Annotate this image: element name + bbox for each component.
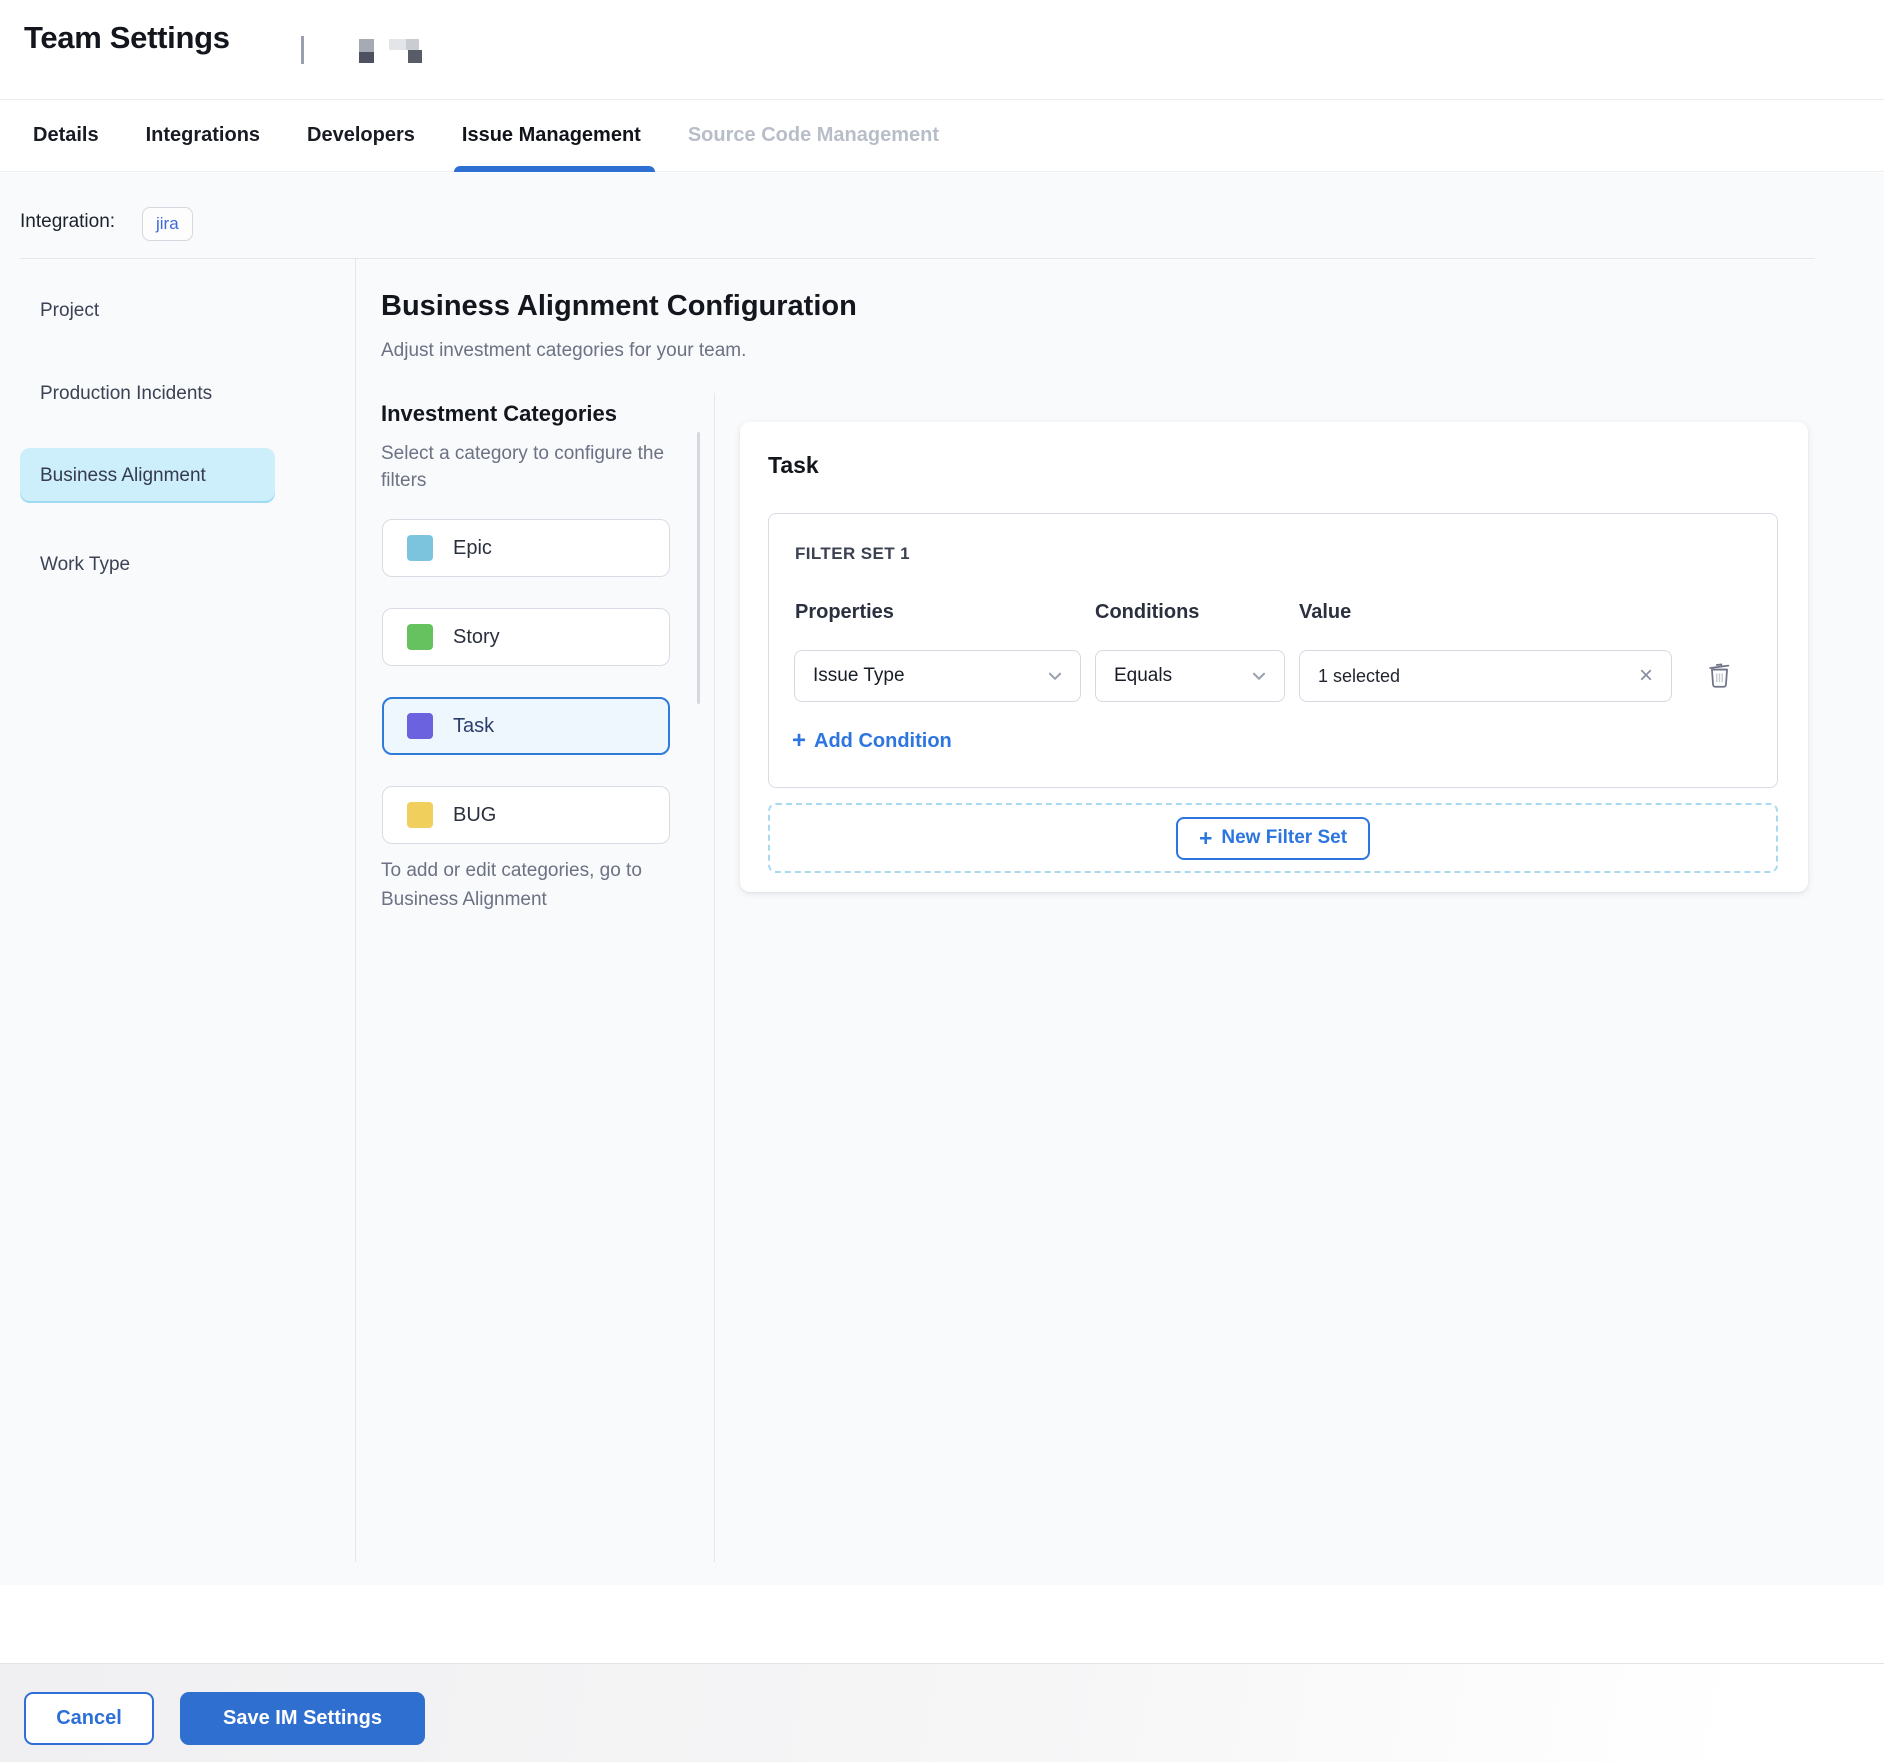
sidebar-item-production-incidents[interactable]: Production Incidents (20, 366, 275, 421)
header-divider (20, 258, 1815, 259)
category-list-scrollbar[interactable] (697, 432, 700, 704)
condition-select[interactable]: Equals (1095, 650, 1285, 702)
delete-condition-button[interactable] (1701, 654, 1737, 696)
add-condition-button[interactable]: + Add Condition (792, 729, 952, 753)
redacted-team-name (357, 37, 425, 64)
column-header-value: Value (1299, 601, 1351, 624)
new-filter-set-button[interactable]: + New Filter Set (1176, 817, 1370, 860)
new-filter-set-dropzone: + New Filter Set (768, 803, 1778, 873)
category-card-task[interactable]: Task (382, 697, 670, 755)
add-condition-label: Add Condition (814, 730, 952, 753)
new-filter-set-label: New Filter Set (1221, 827, 1347, 849)
column-header-properties: Properties (795, 601, 894, 624)
categories-footnote: To add or edit categories, go to Busines… (381, 856, 676, 914)
epic-color-swatch (407, 535, 433, 561)
category-label: Story (453, 626, 500, 649)
category-card-story[interactable]: Story (382, 608, 670, 666)
investment-categories-description: Select a category to configure the filte… (381, 440, 676, 494)
chevron-down-icon (1046, 667, 1064, 685)
section-subtitle: Adjust investment categories for your te… (381, 340, 746, 362)
panel-title: Task (768, 452, 819, 479)
task-color-swatch (407, 713, 433, 739)
category-card-epic[interactable]: Epic (382, 519, 670, 577)
x-icon[interactable]: × (1635, 662, 1657, 690)
column-header-conditions: Conditions (1095, 601, 1199, 624)
category-label: Task (453, 715, 494, 738)
sidebar-item-project[interactable]: Project (20, 283, 275, 338)
tab-developers[interactable]: Developers (307, 100, 415, 171)
tab-issue-management[interactable]: Issue Management (462, 100, 641, 171)
team-settings-page: Team Settings Details Integrations Devel… (0, 0, 1884, 1762)
filter-set-title: FILTER SET 1 (795, 544, 910, 564)
property-select[interactable]: Issue Type (794, 650, 1081, 702)
section-title: Business Alignment Configuration (381, 290, 857, 323)
tab-source-code-management[interactable]: Source Code Management (688, 100, 939, 171)
sidebar-divider (355, 258, 356, 1562)
story-color-swatch (407, 624, 433, 650)
page-title: Team Settings (24, 20, 230, 56)
cancel-button[interactable]: Cancel (24, 1692, 154, 1745)
condition-select-value: Equals (1114, 665, 1172, 687)
category-card-bug[interactable]: BUG (382, 786, 670, 844)
category-label: Epic (453, 537, 492, 560)
integration-value-chip[interactable]: jira (142, 207, 193, 241)
integration-label: Integration: (20, 211, 115, 233)
investment-categories-heading: Investment Categories (381, 401, 617, 427)
title-separator (301, 36, 304, 64)
tab-integrations[interactable]: Integrations (146, 100, 260, 171)
category-label: BUG (453, 804, 496, 827)
save-im-settings-button[interactable]: Save IM Settings (180, 1692, 425, 1745)
sidebar-item-work-type[interactable]: Work Type (20, 537, 275, 592)
trash-icon (1706, 660, 1733, 690)
value-select-text: 1 selected (1318, 666, 1400, 687)
value-select[interactable]: 1 selected × (1299, 650, 1672, 702)
property-select-value: Issue Type (813, 665, 905, 687)
tab-bar: Details Integrations Developers Issue Ma… (0, 99, 1884, 172)
sidebar-item-business-alignment[interactable]: Business Alignment (20, 448, 275, 503)
tab-details[interactable]: Details (33, 100, 99, 171)
plus-icon: + (792, 729, 806, 753)
bug-color-swatch (407, 802, 433, 828)
plus-icon: + (1199, 827, 1212, 850)
chevron-down-icon (1250, 667, 1268, 685)
categories-divider (714, 393, 715, 1562)
